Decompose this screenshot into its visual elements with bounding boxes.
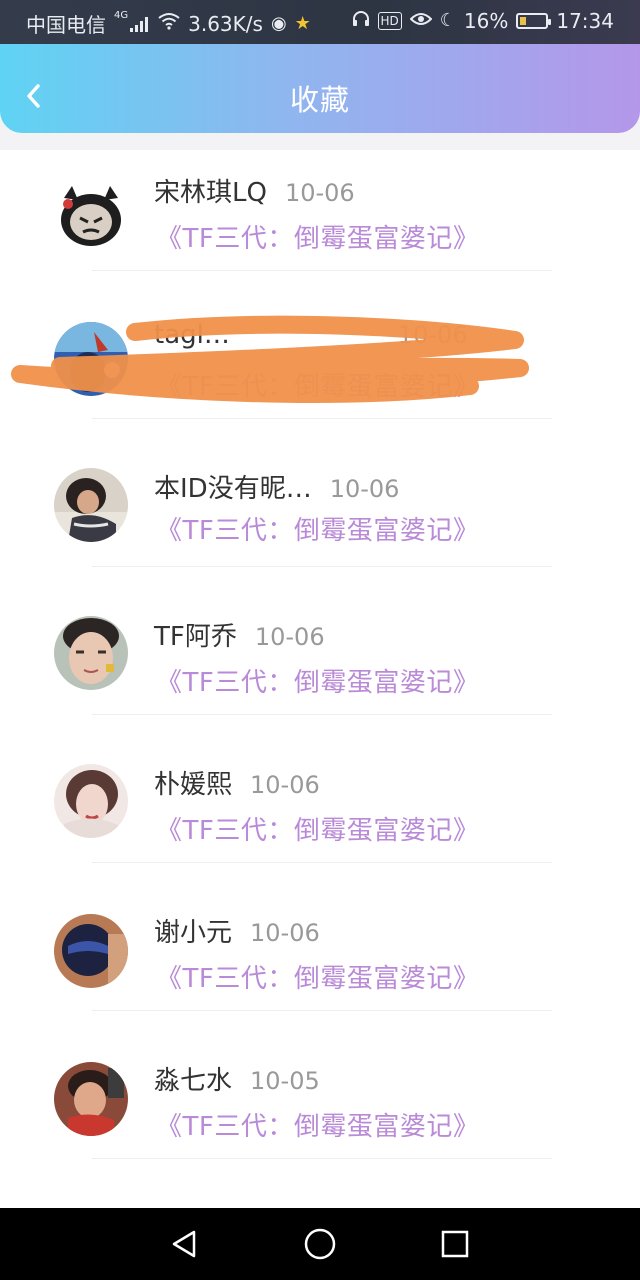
battery-percent: 16% — [463, 9, 509, 33]
hd-icon: HD — [377, 12, 402, 30]
date: 10-05 — [250, 1067, 320, 1095]
divider — [92, 270, 552, 271]
work-title-link[interactable]: 《TF三代：倒霉蛋富婆记》 — [156, 662, 479, 699]
user-name: 宋林琪LQ — [154, 178, 267, 208]
nav-back-button[interactable] — [166, 1226, 202, 1262]
battery-icon — [516, 13, 552, 29]
date: 10-06 — [250, 771, 320, 799]
date: 10-06 — [397, 321, 468, 349]
nav-recents-button[interactable] — [437, 1226, 473, 1262]
work-title-link[interactable]: 《TF三代：倒霉蛋富婆记》 — [156, 366, 479, 403]
list-item[interactable]: 本ID没有昵… 10-06 《TF三代：倒霉蛋富婆记》 — [0, 446, 640, 594]
list-item[interactable]: 宋林琪LQ 10-06 《TF三代：倒霉蛋富婆记》 — [0, 150, 640, 298]
nav-home-button[interactable] — [302, 1226, 338, 1262]
work-title-link[interactable]: 《TF三代：倒霉蛋富婆记》 — [156, 958, 479, 995]
page-title: 收藏 — [289, 83, 350, 117]
avatar[interactable] — [54, 616, 128, 690]
divider — [92, 418, 552, 419]
divider — [92, 1158, 552, 1159]
user-name: 朴媛熙 — [154, 770, 233, 800]
avatar[interactable] — [54, 764, 128, 838]
headset-icon — [352, 10, 370, 33]
user-name: 本ID没有昵… — [154, 474, 312, 504]
user-name: tagl… — [154, 320, 230, 350]
network-type: 4G — [114, 10, 129, 21]
recents-square-icon — [441, 1230, 469, 1258]
list-item[interactable]: 朴媛熙 10-06 《TF三代：倒霉蛋富婆记》 — [0, 742, 640, 890]
work-title-link[interactable]: 《TF三代：倒霉蛋富婆记》 — [156, 510, 479, 547]
system-nav-bar — [0, 1208, 640, 1280]
network-speed: 3.63K/s — [188, 11, 263, 36]
avatar[interactable] — [54, 468, 128, 542]
work-title-link[interactable]: 《TF三代：倒霉蛋富婆记》 — [156, 1106, 479, 1143]
clock: 17:34 — [556, 9, 614, 33]
work-title-link[interactable]: 《TF三代：倒霉蛋富婆记》 — [156, 218, 479, 255]
user-name: 谢小元 — [154, 918, 233, 948]
avatar[interactable] — [54, 178, 128, 252]
divider — [92, 1010, 552, 1011]
list-item[interactable]: 谢小元 10-06 《TF三代：倒霉蛋富婆记》 — [0, 890, 640, 1038]
work-title-link[interactable]: 《TF三代：倒霉蛋富婆记》 — [156, 810, 479, 847]
app-header: 中国电信 4G 3.63K/s ◉ ★ HD ☾ 16% 17:34 收藏 — [0, 0, 640, 133]
avatar[interactable] — [54, 1062, 128, 1136]
signal-icon — [130, 16, 150, 32]
list-item[interactable]: TF阿乔 10-06 《TF三代：倒霉蛋富婆记》 — [0, 594, 640, 742]
list-item[interactable]: 淼七水 10-05 《TF三代：倒霉蛋富婆记》 — [0, 1038, 640, 1186]
avatar[interactable] — [54, 914, 128, 988]
globe-icon: ◉ — [270, 12, 287, 34]
status-bar: 中国电信 4G 3.63K/s ◉ ★ HD ☾ 16% 17:34 — [0, 0, 640, 44]
wifi-icon — [158, 12, 180, 35]
list-item[interactable]: tagl… 10-06 《TF三代：倒霉蛋富婆记》 — [0, 298, 640, 446]
divider — [92, 566, 552, 567]
divider — [92, 862, 552, 863]
eye-icon — [409, 11, 433, 31]
date: 10-06 — [250, 919, 320, 947]
back-triangle-icon — [172, 1230, 196, 1258]
home-circle-icon — [304, 1228, 336, 1260]
date: 10-06 — [254, 623, 325, 651]
moon-icon: ☾ — [439, 10, 456, 31]
avatar[interactable] — [54, 322, 128, 396]
favorites-list: 宋林琪LQ 10-06 《TF三代：倒霉蛋富婆记》 tagl… 10-06 《T… — [0, 150, 640, 1208]
date: 10-06 — [284, 179, 355, 207]
date: 10-06 — [329, 475, 400, 503]
star-icon: ★ — [294, 12, 311, 34]
divider — [92, 714, 552, 715]
user-name: 淼七水 — [154, 1066, 233, 1096]
carrier-label: 中国电信 — [26, 13, 106, 37]
user-name: TF阿乔 — [154, 622, 237, 652]
